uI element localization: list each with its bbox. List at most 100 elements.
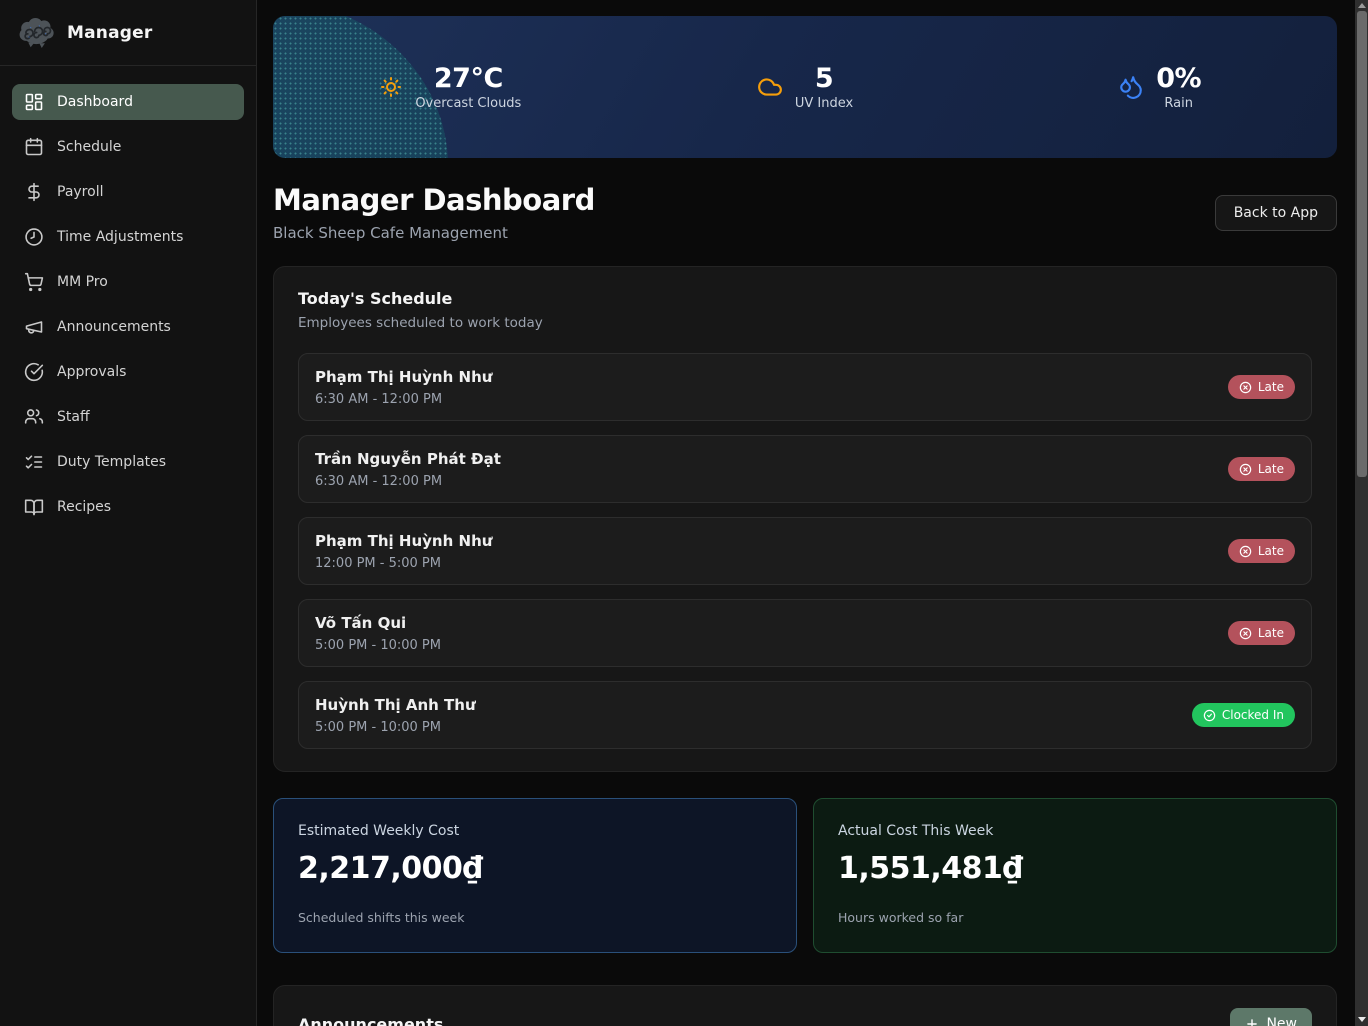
rain-label: Rain [1164, 96, 1193, 111]
weather-rain: 0% Rain [982, 63, 1337, 111]
check-circle-icon [24, 362, 44, 382]
shift-row: Võ Tấn Qui 5:00 PM - 10:00 PM Late [298, 599, 1312, 667]
shift-time: 6:30 AM - 12:00 PM [315, 474, 501, 489]
back-to-app-button[interactable]: Back to App [1215, 195, 1337, 231]
check-circle-icon [1203, 709, 1216, 722]
sidebar-item-schedule[interactable]: Schedule [12, 129, 244, 165]
sidebar-item-label: Approvals [57, 364, 126, 380]
cost-card-value: 2,217,000₫ [298, 851, 772, 886]
status-badge-label: Late [1258, 544, 1284, 558]
status-badge-label: Clocked In [1222, 708, 1284, 722]
megaphone-icon [24, 317, 44, 337]
sidebar-item-recipes[interactable]: Recipes [12, 489, 244, 525]
todays-schedule-card: Today's Schedule Employees scheduled to … [273, 266, 1337, 772]
sun-icon [379, 75, 403, 99]
shift-row: Phạm Thị Huỳnh Như 12:00 PM - 5:00 PM La… [298, 517, 1312, 585]
scroll-up-arrow-icon[interactable] [1358, 3, 1366, 8]
employee-name: Phạm Thị Huỳnh Như [315, 368, 492, 386]
cost-card-caption: Scheduled shifts this week [298, 910, 772, 925]
dollar-icon [24, 182, 44, 202]
vertical-scrollbar[interactable] [1355, 0, 1368, 1026]
scrollbar-thumb[interactable] [1357, 11, 1367, 477]
estimated-weekly-cost-card: Estimated Weekly Cost 2,217,000₫ Schedul… [273, 798, 797, 953]
sidebar-item-label: Payroll [57, 184, 103, 200]
announcements-card: Announcements New [273, 985, 1337, 1026]
weather-uv: 5 UV Index [628, 63, 983, 111]
users-icon [24, 407, 44, 427]
x-circle-icon [1239, 463, 1252, 476]
dashboard-icon [24, 92, 44, 112]
sidebar-item-payroll[interactable]: Payroll [12, 174, 244, 210]
uv-label: UV Index [795, 96, 853, 111]
schedule-card-subtitle: Employees scheduled to work today [298, 315, 1312, 331]
weather-temperature: 27°C Overcast Clouds [273, 63, 628, 111]
sidebar-item-label: Duty Templates [57, 454, 166, 470]
sidebar-item-label: Dashboard [57, 94, 133, 110]
page-subtitle: Black Sheep Cafe Management [273, 224, 595, 242]
sidebar-nav: Dashboard Schedule Payroll Time Adjustme… [0, 66, 256, 552]
rain-value: 0% [1156, 63, 1201, 94]
sidebar-item-staff[interactable]: Staff [12, 399, 244, 435]
sidebar-item-label: Announcements [57, 319, 171, 335]
sidebar-item-duty-templates[interactable]: Duty Templates [12, 444, 244, 480]
status-badge-label: Late [1258, 626, 1284, 640]
x-circle-icon [1239, 545, 1252, 558]
status-badge-late: Late [1228, 539, 1295, 563]
clock-icon [24, 227, 44, 247]
status-badge-late: Late [1228, 621, 1295, 645]
sidebar-item-label: Recipes [57, 499, 111, 515]
sidebar-item-mm-pro[interactable]: MM Pro [12, 264, 244, 300]
x-circle-icon [1239, 627, 1252, 640]
weather-banner: 27°C Overcast Clouds 5 UV Index 0% Rain [273, 16, 1337, 158]
shift-row: Trần Nguyễn Phát Đạt 6:30 AM - 12:00 PM … [298, 435, 1312, 503]
sidebar-item-label: Time Adjustments [57, 229, 183, 245]
cost-card-value: 1,551,481₫ [838, 851, 1312, 886]
calendar-icon [24, 137, 44, 157]
list-checks-icon [24, 452, 44, 472]
sidebar-item-time-adjustments[interactable]: Time Adjustments [12, 219, 244, 255]
sidebar-item-announcements[interactable]: Announcements [12, 309, 244, 345]
x-circle-icon [1239, 381, 1252, 394]
scroll-down-arrow-icon[interactable] [1358, 1017, 1366, 1022]
weather-condition: Overcast Clouds [415, 96, 521, 111]
sidebar-header: Manager [0, 0, 256, 66]
new-announcement-button[interactable]: New [1230, 1008, 1312, 1026]
shift-row: Huỳnh Thị Anh Thư 5:00 PM - 10:00 PM Clo… [298, 681, 1312, 749]
plus-icon [1245, 1017, 1259, 1026]
announcements-title: Announcements [298, 1015, 443, 1026]
employee-name: Phạm Thị Huỳnh Như [315, 532, 492, 550]
shift-time: 5:00 PM - 10:00 PM [315, 638, 441, 653]
app-title: Manager [67, 23, 152, 43]
sidebar-item-dashboard[interactable]: Dashboard [12, 84, 244, 120]
status-badge-label: Late [1258, 462, 1284, 476]
cart-icon [24, 272, 44, 292]
cost-card-title: Actual Cost This Week [838, 823, 1312, 839]
uv-value: 5 [815, 63, 833, 94]
employee-name: Võ Tấn Qui [315, 614, 441, 632]
new-announcement-label: New [1266, 1016, 1297, 1026]
cost-summary: Estimated Weekly Cost 2,217,000₫ Schedul… [273, 798, 1337, 953]
page-title: Manager Dashboard [273, 183, 595, 217]
sidebar: Manager Dashboard Schedule Payroll Time … [0, 0, 257, 1026]
status-badge-clocked-in: Clocked In [1192, 703, 1295, 727]
sheep-logo-icon [18, 17, 56, 49]
temperature-value: 27°C [434, 63, 503, 94]
actual-cost-card: Actual Cost This Week 1,551,481₫ Hours w… [813, 798, 1337, 953]
cost-card-caption: Hours worked so far [838, 910, 1312, 925]
shift-time: 5:00 PM - 10:00 PM [315, 720, 476, 735]
sidebar-item-label: Staff [57, 409, 90, 425]
sidebar-item-approvals[interactable]: Approvals [12, 354, 244, 390]
shift-time: 12:00 PM - 5:00 PM [315, 556, 492, 571]
status-badge-late: Late [1228, 375, 1295, 399]
employee-name: Trần Nguyễn Phát Đạt [315, 450, 501, 468]
sidebar-item-label: Schedule [57, 139, 121, 155]
employee-name: Huỳnh Thị Anh Thư [315, 696, 476, 714]
droplets-icon [1118, 74, 1144, 100]
main-content: 27°C Overcast Clouds 5 UV Index 0% Rain [257, 0, 1355, 1026]
status-badge-late: Late [1228, 457, 1295, 481]
schedule-card-title: Today's Schedule [298, 289, 1312, 308]
shift-row: Phạm Thị Huỳnh Như 6:30 AM - 12:00 PM La… [298, 353, 1312, 421]
cloud-icon [757, 74, 783, 100]
cost-card-title: Estimated Weekly Cost [298, 823, 772, 839]
sidebar-item-label: MM Pro [57, 274, 108, 290]
